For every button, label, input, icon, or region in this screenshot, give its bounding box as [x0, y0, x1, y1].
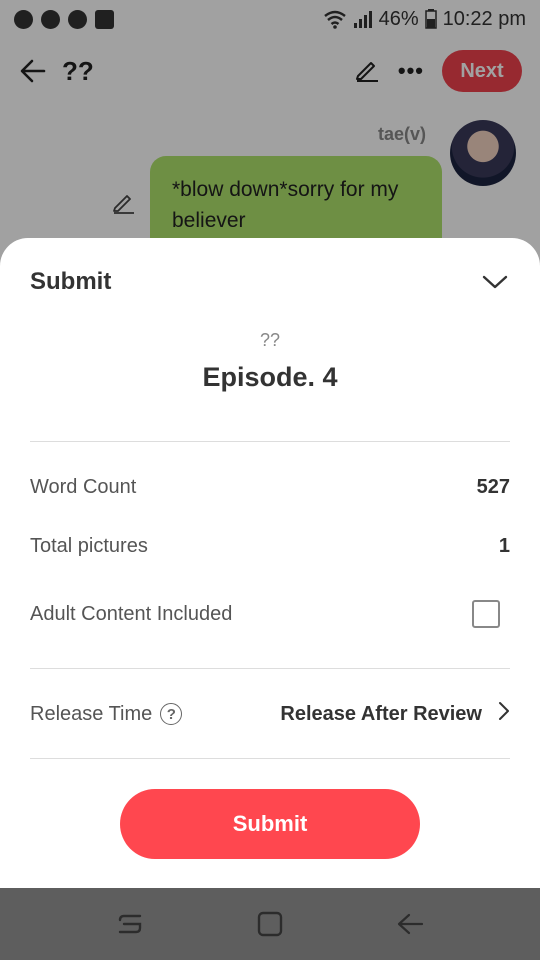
word-count-value: 527 [476, 475, 510, 498]
recent-apps-icon[interactable] [110, 904, 150, 944]
word-count-row: Word Count 527 [30, 467, 510, 507]
pictures-label: Total pictures [30, 534, 148, 557]
chevron-down-icon[interactable] [480, 267, 510, 297]
sheet-header: Submit [30, 264, 510, 300]
home-icon[interactable] [250, 904, 290, 944]
nav-back-icon[interactable] [390, 904, 430, 944]
release-time-label: Release Time [30, 702, 153, 725]
word-count-label: Word Count [30, 475, 137, 498]
divider [30, 668, 510, 669]
release-time-row[interactable]: Release Time ? Release After Review [30, 694, 510, 734]
release-time-value: Release After Review [280, 702, 482, 725]
divider [30, 758, 510, 759]
adult-content-label: Adult Content Included [30, 602, 233, 625]
divider [30, 441, 510, 442]
adult-content-row: Adult Content Included [30, 594, 510, 634]
help-icon[interactable]: ? [160, 703, 183, 725]
adult-content-checkbox[interactable] [472, 600, 500, 628]
episode-title: Episode. 4 [202, 362, 338, 392]
submit-sheet: Submit ?? Episode. 4 Word Count 527 Tota… [0, 238, 540, 888]
submit-button[interactable]: Submit [120, 789, 420, 859]
story-name: ?? [259, 330, 281, 350]
pictures-row: Total pictures 1 [30, 526, 510, 566]
release-time-value-wrap[interactable]: Release After Review [280, 701, 510, 727]
system-nav-bar [0, 888, 540, 960]
pictures-value: 1 [498, 534, 510, 557]
chevron-right-icon [498, 701, 510, 727]
sheet-title: Submit [30, 268, 112, 295]
